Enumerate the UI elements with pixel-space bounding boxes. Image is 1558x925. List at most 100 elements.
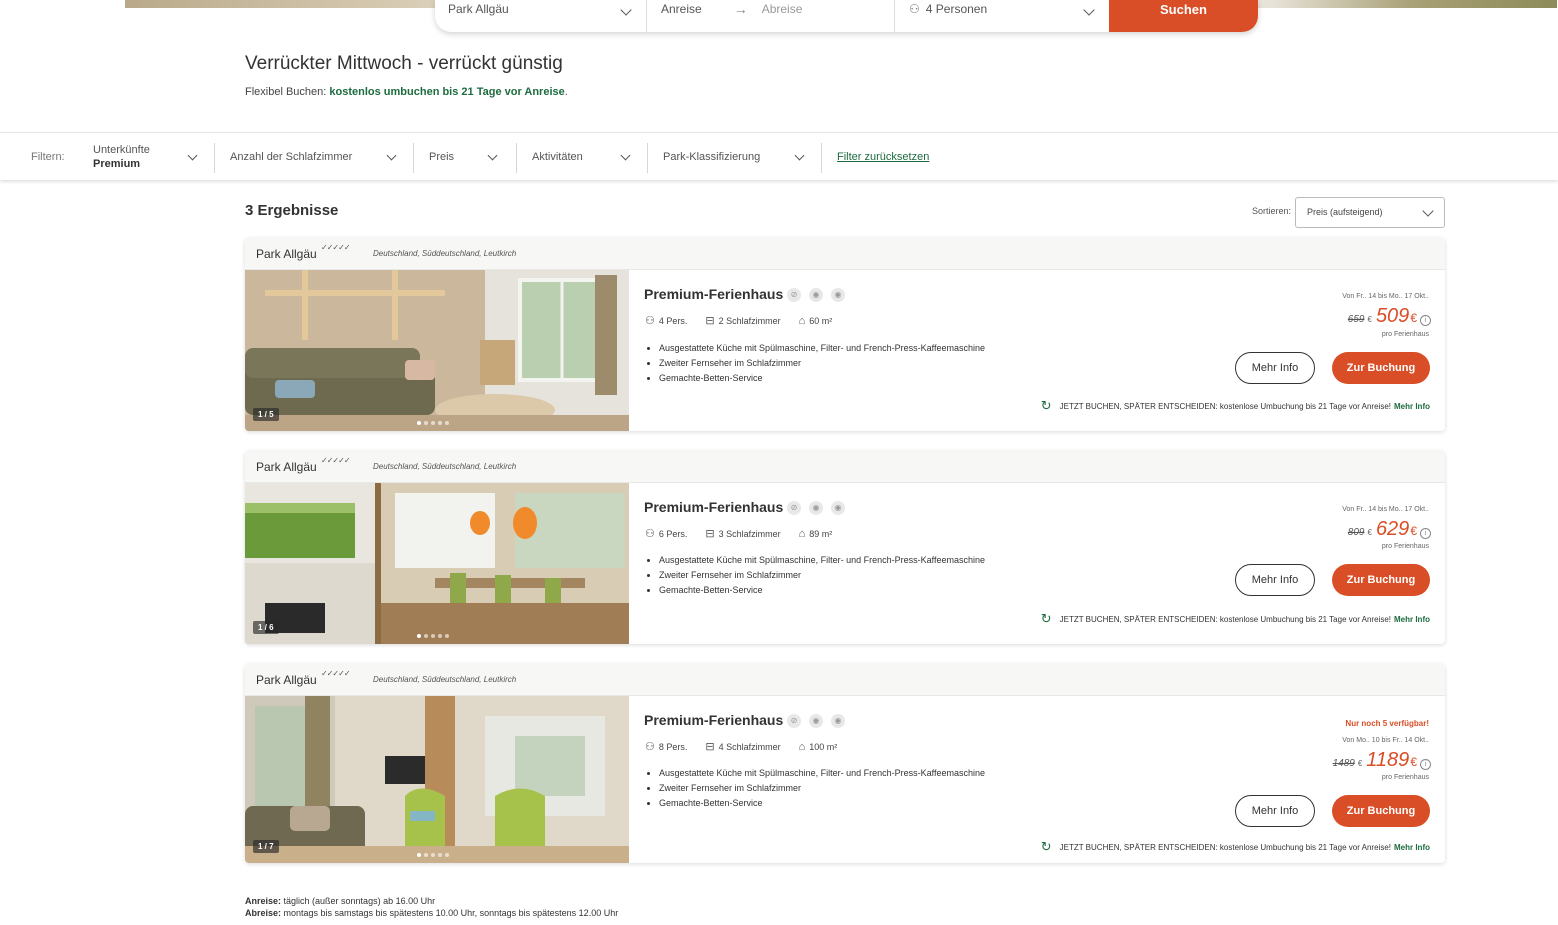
amenity-icons: ⊘ ◉ ◉ — [787, 501, 845, 515]
card-park-name: Park Allgäu — [256, 247, 317, 261]
amenity-icons: ⊘ ◉ ◉ — [787, 714, 845, 728]
card-image[interactable]: 1 / 7 — [245, 696, 629, 863]
promo-more-info-link[interactable]: Mehr Info — [1394, 843, 1430, 852]
new-price: 629 — [1375, 518, 1410, 540]
promo-more-info-link[interactable]: Mehr Info — [1394, 402, 1430, 411]
wifi-icon: ◉ — [809, 288, 823, 302]
card-title[interactable]: Premium-Ferienhaus — [644, 286, 783, 302]
arrival-info-text: täglich (außer sonntags) ab 16.00 Uhr — [281, 896, 436, 906]
persons-icon: ⚇ — [645, 528, 655, 540]
departure-field[interactable]: Abreise — [762, 2, 803, 16]
filter-classification-label: Park-Klassifizierung — [663, 151, 761, 163]
arrival-info: Anreise: täglich (außer sonntags) ab 16.… — [245, 895, 618, 907]
feature-list: Ausgestattete Küche mit Spülmaschine, Fi… — [659, 341, 985, 386]
old-price: 659 — [1347, 314, 1365, 325]
rebooking-promo: ↻ JETZT BUCHEN, SPÄTER ENTSCHEIDEN: kost… — [1041, 839, 1430, 855]
house-icon: ⌂ — [798, 740, 806, 753]
divider — [516, 143, 517, 173]
list-item: Gemachte-Betten-Service — [659, 583, 985, 598]
card-image[interactable]: 1 / 6 — [245, 483, 629, 644]
card-specs: ⚇ 6 Pers. ⊟ 3 Schlafzimmer ⌂ 89 m² — [645, 527, 850, 541]
availability-notice: Nur noch 5 verfügbar! — [1345, 719, 1429, 728]
bed-icon: ⊟ — [705, 528, 715, 540]
card-image[interactable]: 1 / 5 — [245, 270, 629, 431]
divider — [413, 143, 414, 173]
more-info-button[interactable]: Mehr Info — [1235, 352, 1315, 384]
more-info-button[interactable]: Mehr Info — [1235, 564, 1315, 596]
wifi-icon: ◉ — [809, 714, 823, 728]
stay-dates: Von Fr.. 14 bis Mo.. 17 Okt.. — [1342, 506, 1429, 513]
book-button[interactable]: Zur Buchung — [1332, 352, 1430, 384]
bedrooms-count: 4 Schlafzimmer — [718, 741, 781, 752]
filter-activities[interactable]: Aktivitäten — [532, 133, 632, 181]
new-price: 509 — [1375, 305, 1410, 327]
park-select[interactable]: Park Allgäu — [435, 0, 647, 32]
reset-filters-link[interactable]: Filter zurücksetzen — [837, 151, 929, 163]
card-header: Park Allgäu ✓✓✓✓✓ Deutschland, Süddeutsc… — [245, 238, 1445, 270]
chevron-down-icon — [794, 150, 805, 161]
filter-accommodation[interactable]: Unterkünfte Premium — [93, 133, 203, 181]
chevron-down-icon — [620, 4, 632, 16]
stay-dates: Von Fr.. 14 bis Mo.. 17 Okt.. — [1342, 293, 1429, 300]
old-price-currency: € — [1367, 315, 1372, 324]
no-pets-icon: ⊘ — [787, 714, 801, 728]
search-bar: Park Allgäu Anreise → Abreise ⚇ 4 Person… — [435, 0, 1258, 32]
more-info-button[interactable]: Mehr Info — [1235, 795, 1315, 827]
living-room-photo — [245, 270, 629, 431]
tv-icon: ◉ — [831, 714, 845, 728]
filter-classification[interactable]: Park-Klassifizierung — [663, 133, 808, 181]
list-item: Ausgestattete Küche mit Spülmaschine, Fi… — [659, 766, 985, 781]
filter-bedrooms[interactable]: Anzahl der Schlafzimmer — [230, 133, 400, 181]
guests-select[interactable]: ⚇ 4 Personen — [895, 0, 1109, 32]
living-area-photo — [245, 696, 629, 863]
persons-icon: ⚇ — [909, 2, 920, 16]
refresh-icon: ↻ — [1040, 839, 1052, 854]
kitchen-dining-photo — [245, 483, 629, 644]
image-counter: 1 / 5 — [253, 408, 279, 421]
arrival-field[interactable]: Anreise — [661, 2, 702, 16]
departure-info: Abreise: montags bis samstags bis spätes… — [245, 907, 618, 919]
house-icon: ⌂ — [798, 314, 806, 327]
park-select-value: Park Allgäu — [448, 2, 509, 16]
card-specs: ⚇ 8 Pers. ⊟ 4 Schlafzimmer ⌂ 100 m² — [645, 740, 855, 754]
list-item: Zweiter Fernseher im Schlafzimmer — [659, 568, 985, 583]
list-item: Zweiter Fernseher im Schlafzimmer — [659, 356, 985, 371]
persons-count: 8 Pers. — [658, 741, 688, 752]
card-location: Deutschland, Süddeutschland, Leutkirch — [373, 675, 517, 684]
date-range-picker[interactable]: Anreise → Abreise — [647, 0, 895, 32]
bed-icon: ⊟ — [705, 315, 715, 327]
tv-icon: ◉ — [831, 501, 845, 515]
book-button[interactable]: Zur Buchung — [1332, 795, 1430, 827]
list-item: Zweiter Fernseher im Schlafzimmer — [659, 781, 985, 796]
price-block: 809 € 629 € i — [1348, 518, 1431, 541]
refresh-icon: ↻ — [1040, 398, 1052, 413]
persons-count: 6 Pers. — [658, 528, 688, 539]
info-icon[interactable]: i — [1420, 528, 1431, 539]
new-price: 1189 — [1366, 749, 1410, 771]
promo-more-info-link[interactable]: Mehr Info — [1394, 615, 1430, 624]
image-carousel-dots[interactable] — [417, 634, 449, 638]
chevron-down-icon — [1083, 4, 1095, 16]
arrival-departure-info: Anreise: täglich (außer sonntags) ab 16.… — [245, 895, 618, 919]
search-button[interactable]: Suchen — [1109, 0, 1258, 32]
amenity-icons: ⊘ ◉ ◉ — [787, 288, 845, 302]
card-park-name: Park Allgäu — [256, 673, 317, 687]
sort-select[interactable]: Preis (aufsteigend) — [1295, 197, 1445, 228]
guests-value: 4 Personen — [925, 2, 988, 16]
card-title[interactable]: Premium-Ferienhaus — [644, 499, 783, 515]
book-button[interactable]: Zur Buchung — [1332, 564, 1430, 596]
card-title[interactable]: Premium-Ferienhaus — [644, 712, 783, 728]
result-card: Park Allgäu ✓✓✓✓✓ Deutschland, Süddeutsc… — [245, 451, 1445, 644]
result-card: Park Allgäu ✓✓✓✓✓ Deutschland, Süddeutsc… — [245, 238, 1445, 431]
info-icon[interactable]: i — [1420, 759, 1431, 770]
image-carousel-dots[interactable] — [417, 421, 449, 425]
promo-text: JETZT BUCHEN, SPÄTER ENTSCHEIDEN: kosten… — [1059, 842, 1391, 852]
image-counter: 1 / 7 — [253, 840, 279, 853]
rebooking-promo: ↻ JETZT BUCHEN, SPÄTER ENTSCHEIDEN: kost… — [1041, 398, 1430, 414]
filter-price[interactable]: Preis — [429, 133, 504, 181]
filter-accommodation-value: Premium — [93, 158, 141, 170]
image-carousel-dots[interactable] — [417, 853, 449, 857]
filter-accommodation-label: Unterkünfte — [93, 144, 150, 156]
info-icon[interactable]: i — [1420, 315, 1431, 326]
bed-icon: ⊟ — [705, 741, 715, 753]
